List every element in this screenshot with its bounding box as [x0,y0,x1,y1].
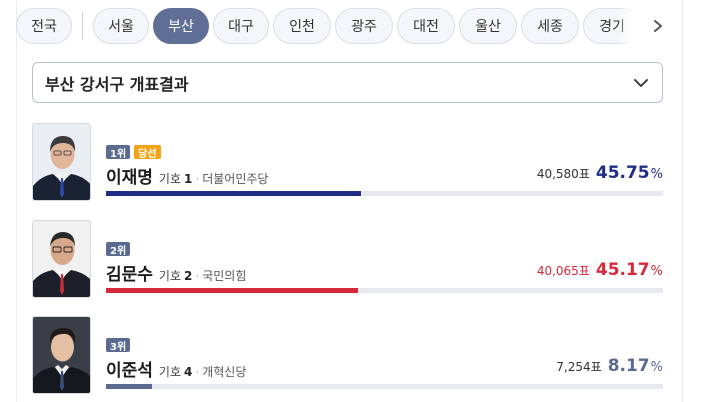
vote-percent: 45.17% [596,260,663,280]
vote-percent: 45.75% [596,163,663,183]
district-select-label: 부산 강서구 개표결과 [45,74,189,94]
chip-divider [82,12,83,40]
candidate-photo [32,220,91,298]
candidate-name: 이준석 [106,361,153,381]
ballot-number-label: 기호 [158,172,182,186]
ballot-number-label: 기호 [158,269,182,283]
ballot-number-label: 기호 [158,365,182,379]
candidate-name: 김문수 [106,265,153,285]
region-chip-nationwide[interactable]: 전국 [16,8,72,44]
rank-badge: 2위 [106,242,131,257]
vote-percent-value: 45.17 [595,260,650,280]
rank-badge: 3위 [106,338,131,353]
rank-badge: 1위 [106,145,131,160]
region-tabs: 전국 서울 부산 대구 인천 광주 대전 울산 세종 경기 [16,8,645,44]
party-name: 더불어민주당 [202,172,269,186]
region-chip-seoul[interactable]: 서울 [93,8,149,44]
candidate-row[interactable]: 1위 당선 이재명 기호 1 · 더불어민주당 40,580표 45.75% [32,123,663,203]
region-chip-sejong[interactable]: 세종 [521,8,579,44]
candidate-info: 김문수 기호 2 · 국민의힘 [106,260,246,285]
ballot-number: 4 [184,365,193,379]
candidate-info: 이재명 기호 1 · 더불어민주당 [106,163,268,188]
district-select[interactable]: 부산 강서구 개표결과 [32,62,663,103]
candidate-result: 40,065표 45.17% [537,260,663,280]
region-chip-ulsan[interactable]: 울산 [459,8,517,44]
candidate-badges: 2위 [106,242,134,257]
vote-share-bar [106,384,663,389]
region-chip-busan[interactable]: 부산 [153,8,209,44]
ballot-number: 2 [184,269,193,283]
vote-share-fill [106,191,361,196]
vote-percent: 8.17% [608,356,663,376]
vote-count: 40,065표 [536,264,590,278]
candidate-result: 7,254표 8.17% [556,356,663,376]
percent-sign: % [650,167,663,182]
vote-share-fill [106,288,358,293]
percent-sign: % [650,360,663,375]
region-chip-incheon[interactable]: 인천 [273,8,331,44]
candidate-badges: 1위 당선 [106,145,161,160]
chevron-down-icon [632,74,650,92]
candidate-info: 이준석 기호 4 · 개혁신당 [106,356,246,381]
vote-share-bar [106,288,663,293]
vote-count: 40,580표 [536,167,590,181]
vote-share-bar [106,191,663,196]
chips-fade [620,8,644,44]
candidate-photo [32,316,91,394]
candidate-row[interactable]: 3위 이준석 기호 4 · 개혁신당 7,254표 8.17% [32,316,663,396]
percent-sign: % [650,264,663,279]
ballot-number: 1 [184,172,193,186]
region-chip-daejeon[interactable]: 대전 [397,8,455,44]
separator-dot: · [195,172,200,186]
region-chip-daegu[interactable]: 대구 [213,8,269,44]
separator-dot: · [195,365,200,379]
winner-badge: 당선 [134,145,161,160]
candidate-name: 이재명 [106,168,153,188]
candidate-badges: 3위 [106,338,134,353]
vote-count: 7,254표 [556,360,602,374]
vote-share-fill [106,384,152,389]
candidate-row[interactable]: 2위 김문수 기호 2 · 국민의힘 40,065표 45.17% [32,220,663,300]
party-name: 개혁신당 [202,365,247,379]
candidate-photo [32,123,91,201]
vote-percent-value: 8.17 [607,356,650,376]
vote-percent-value: 45.75 [595,163,650,183]
candidate-result: 40,580표 45.75% [537,163,663,183]
region-chip-gwangju[interactable]: 광주 [335,8,393,44]
separator-dot: · [195,269,200,283]
party-name: 국민의힘 [202,269,247,283]
chevron-right-icon[interactable] [648,16,668,36]
